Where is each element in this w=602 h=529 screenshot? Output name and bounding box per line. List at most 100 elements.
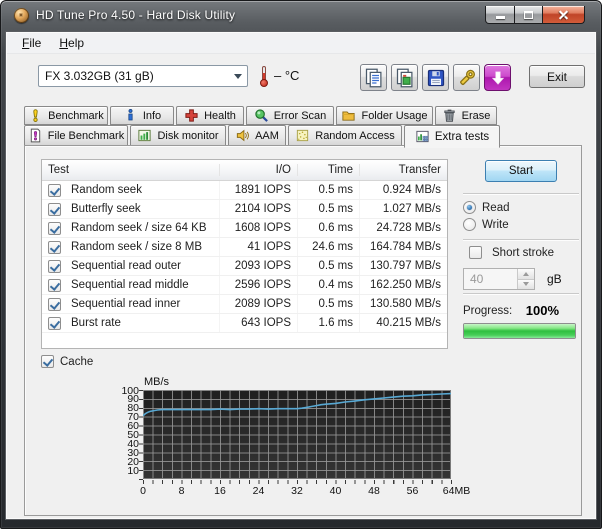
short-stroke-label: Short stroke [492, 247, 554, 259]
tab-erase[interactable]: Erase [435, 106, 497, 125]
minimize-icon [496, 16, 505, 19]
tab-label: Random Access [315, 130, 394, 142]
cell-transfer: 162.250 MB/s [359, 276, 447, 294]
write-radio[interactable] [463, 218, 476, 231]
column-header-transfer[interactable]: Transfer [359, 164, 447, 176]
divider [463, 293, 579, 295]
maximize-icon [524, 11, 533, 19]
test-checkbox[interactable] [48, 279, 61, 292]
app-icon [14, 8, 29, 23]
capacity-spinner[interactable]: 40 [463, 268, 535, 290]
short-stroke-checkbox[interactable] [469, 246, 482, 259]
table-row[interactable]: Random seek / size 64 KB1608 IOPS0.6 ms2… [42, 219, 447, 238]
column-header-time[interactable]: Time [297, 164, 359, 176]
test-checkbox[interactable] [48, 260, 61, 273]
cache-option[interactable]: Cache [41, 355, 93, 368]
update-button[interactable] [484, 64, 511, 91]
cache-checkbox[interactable] [41, 355, 54, 368]
capacity-value[interactable]: 40 [464, 269, 517, 289]
read-option[interactable]: Read [463, 201, 510, 214]
copy-image-button[interactable] [391, 64, 418, 91]
tab-error-scan[interactable]: Error Scan [246, 106, 334, 125]
test-name: Butterfly seek [65, 203, 147, 215]
tab-extra-tests[interactable]: Extra tests [404, 125, 500, 148]
file-benchmark-icon [28, 128, 43, 143]
copy-text-icon [364, 68, 384, 88]
maximize-button[interactable] [515, 6, 543, 24]
test-name: Random seek / size 8 MB [65, 241, 208, 253]
cell-io: 1608 IOPS [219, 219, 297, 237]
chevron-down-icon[interactable] [229, 66, 247, 86]
tab-random-access[interactable]: Random Access [288, 125, 402, 146]
tab-label: Extra tests [435, 131, 489, 143]
table-row[interactable]: Sequential read middle2596 IOPS0.4 ms162… [42, 276, 447, 295]
cell-io: 643 IOPS [219, 314, 297, 332]
chart-y-axis-title: MB/s [144, 376, 169, 388]
drive-selector[interactable]: FX 3.032GB (31 gB) [38, 65, 248, 87]
test-checkbox[interactable] [48, 184, 61, 197]
erase-icon [442, 108, 457, 123]
column-header-io[interactable]: I/O [219, 164, 297, 176]
capacity-unit-label: gB [547, 272, 562, 286]
table-row[interactable]: Butterfly seek2104 IOPS0.5 ms1.027 MB/s [42, 200, 447, 219]
test-checkbox[interactable] [48, 317, 61, 330]
tab-info[interactable]: Info [110, 106, 174, 125]
info-icon [123, 108, 138, 123]
tab-label: Health [204, 110, 236, 122]
random-access-icon [295, 128, 310, 143]
cell-time: 24.6 ms [297, 238, 359, 256]
read-radio-label: Read [482, 202, 510, 214]
test-name: Random seek / size 64 KB [65, 222, 213, 234]
tab-label: Folder Usage [361, 110, 427, 122]
short-stroke-option[interactable]: Short stroke [463, 246, 554, 259]
tab-disk-monitor[interactable]: Disk monitor [130, 125, 226, 146]
cell-time: 0.5 ms [297, 181, 359, 199]
test-checkbox[interactable] [48, 222, 61, 235]
table-row[interactable]: Random seek1891 IOPS0.5 ms0.924 MB/s [42, 181, 447, 200]
close-button[interactable] [543, 6, 585, 24]
tab-aam[interactable]: AAM [228, 125, 286, 146]
exit-button[interactable]: Exit [529, 65, 585, 88]
x-axis-tick-label: 48 [368, 485, 380, 497]
cell-time: 0.5 ms [297, 257, 359, 275]
start-button[interactable]: Start [485, 160, 557, 182]
test-checkbox[interactable] [48, 203, 61, 216]
test-checkbox[interactable] [48, 298, 61, 311]
tab-label: File Benchmark [48, 130, 124, 142]
exit-button-label: Exit [547, 70, 567, 84]
table-row[interactable]: Random seek / size 8 MB41 IOPS24.6 ms164… [42, 238, 447, 257]
tab-file-benchmark[interactable]: File Benchmark [24, 125, 128, 146]
menu-item-help[interactable]: Help [50, 34, 93, 52]
cache-label: Cache [60, 356, 93, 368]
tab-label: Benchmark [48, 110, 104, 122]
minimize-button[interactable] [485, 6, 515, 24]
column-header-test[interactable]: Test [42, 164, 219, 176]
menu-item-file[interactable]: File [13, 34, 50, 52]
menu-bar: FileHelp [7, 33, 595, 54]
divider [463, 239, 579, 241]
spinner-up-icon[interactable] [518, 269, 534, 280]
write-option[interactable]: Write [463, 218, 509, 231]
progress-value: 100% [503, 303, 559, 318]
tab-folder-usage[interactable]: Folder Usage [336, 106, 433, 125]
test-name: Burst rate [65, 317, 127, 329]
titlebar[interactable]: HD Tune Pro 4.50 - Hard Disk Utility [1, 1, 601, 31]
table-row[interactable]: Sequential read outer2093 IOPS0.5 ms130.… [42, 257, 447, 276]
divider [463, 193, 579, 195]
read-radio[interactable] [463, 201, 476, 214]
copy-text-button[interactable] [360, 64, 387, 91]
table-row[interactable]: Sequential read inner2089 IOPS0.5 ms130.… [42, 295, 447, 314]
options-button[interactable] [453, 64, 480, 91]
app-window: HD Tune Pro 4.50 - Hard Disk Utility Fil… [0, 0, 602, 529]
test-checkbox[interactable] [48, 241, 61, 254]
tab-benchmark[interactable]: Benchmark [24, 106, 108, 125]
extra-tests-icon [415, 129, 430, 144]
save-button[interactable] [422, 64, 449, 91]
x-axis-tick-label: 16 [214, 485, 226, 497]
tab-health[interactable]: Health [176, 106, 244, 125]
error-scan-icon [254, 108, 269, 123]
table-row[interactable]: Burst rate643 IOPS1.6 ms40.215 MB/s [42, 314, 447, 333]
write-radio-label: Write [482, 219, 509, 231]
x-axis-tick-label: 32 [291, 485, 303, 497]
spinner-down-icon[interactable] [518, 280, 534, 290]
